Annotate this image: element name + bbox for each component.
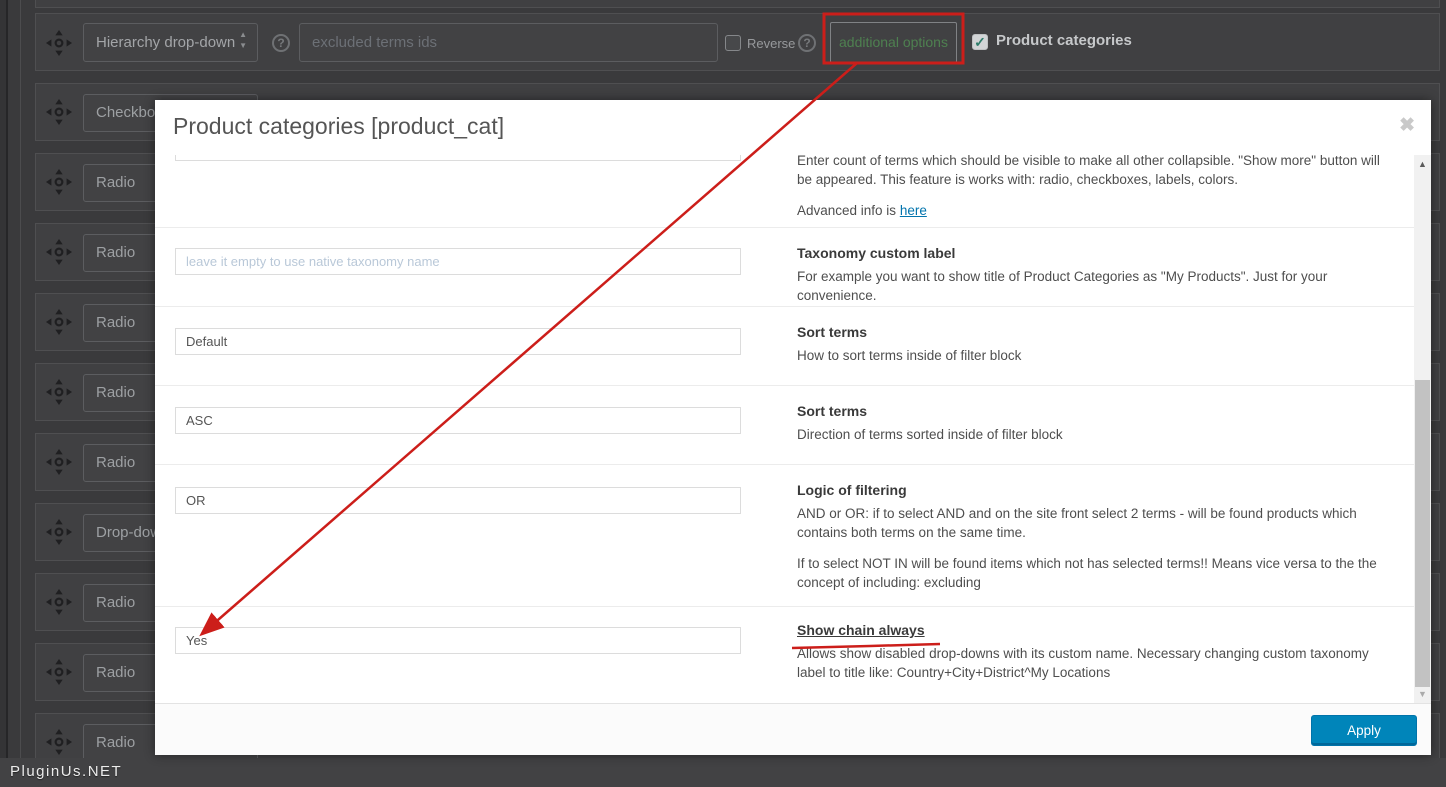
option-label: Logic of filtering <box>797 482 907 498</box>
option-row-sort-direction: Sort terms Direction of terms sorted ins… <box>155 386 1414 465</box>
product-categories-label: Product categories <box>996 32 1132 49</box>
option-row-custom-label: Taxonomy custom label For example you wa… <box>155 228 1414 307</box>
view-type-select[interactable]: Hierarchy drop-down ▲ ▼ <box>83 23 258 62</box>
apply-button[interactable]: Apply <box>1311 715 1417 746</box>
taxonomy-options-modal: Product categories [product_cat] ✖ Enter… <box>155 100 1431 755</box>
additional-options-button[interactable]: additional options <box>830 22 957 63</box>
option-desc: If to select NOT IN will be found items … <box>797 556 1377 590</box>
view-type-value: Hierarchy drop-down <box>96 34 236 51</box>
drag-move-icon[interactable] <box>46 309 72 335</box>
advanced-info-link[interactable]: here <box>900 203 927 218</box>
close-icon[interactable]: ✖ <box>1399 114 1415 137</box>
option-desc: AND or OR: if to select AND and on the s… <box>797 506 1357 540</box>
page: Hierarchy drop-down ▲▼ ? Reverse ? addit… <box>0 0 1446 787</box>
modal-footer: Apply <box>155 703 1431 755</box>
drag-move-icon[interactable] <box>46 169 72 195</box>
option-row-show-more-count: Enter count of terms which should be vis… <box>155 155 1414 228</box>
option-label: Sort terms <box>797 324 868 340</box>
drag-move-icon[interactable] <box>46 519 72 545</box>
scrollbar-thumb[interactable] <box>1415 380 1430 687</box>
drag-move-icon[interactable] <box>46 589 72 615</box>
help-icon[interactable]: ? <box>798 34 816 52</box>
drag-move-icon[interactable] <box>46 659 72 685</box>
option-label: Sort terms <box>797 403 868 419</box>
drag-move-icon[interactable] <box>46 99 72 125</box>
watermark-text: PluginUs.NET <box>10 763 123 780</box>
option-desc: Enter count of terms which should be vis… <box>797 155 1397 220</box>
option-desc: Direction of terms sorted inside of filt… <box>797 427 1063 442</box>
scroll-down-icon[interactable]: ▼ <box>1414 689 1431 699</box>
option-desc: For example you want to show title of Pr… <box>797 269 1328 303</box>
container-left-border <box>20 0 21 758</box>
scroll-up-icon[interactable]: ▲ <box>1414 159 1431 169</box>
watermark-bar: PluginUs.NET <box>0 758 1446 787</box>
help-icon[interactable]: ? <box>272 34 290 52</box>
sort-direction-input[interactable] <box>175 407 741 434</box>
option-row-sort-terms: Sort terms How to sort terms inside of f… <box>155 307 1414 386</box>
reverse-label: Reverse <box>747 36 796 51</box>
admin-sidebar-divider <box>6 0 8 787</box>
filter-row-partial <box>35 0 1440 8</box>
drag-move-icon[interactable] <box>46 30 72 56</box>
drag-move-icon[interactable] <box>46 379 72 405</box>
terms-count-input[interactable] <box>175 155 741 161</box>
option-row-logic: Logic of filtering AND or OR: if to sele… <box>155 465 1414 607</box>
custom-label-input[interactable] <box>175 248 741 275</box>
select-stepper-icon: ▲ ▼ <box>239 30 247 50</box>
drag-move-icon[interactable] <box>46 729 72 755</box>
show-chain-input[interactable] <box>175 627 741 654</box>
drag-move-icon[interactable] <box>46 449 72 475</box>
option-desc: How to sort terms inside of filter block <box>797 348 1022 363</box>
filter-row-product-categories: Hierarchy drop-down ▲▼ ? Reverse ? addit… <box>35 13 1440 71</box>
reverse-checkbox[interactable] <box>725 35 741 51</box>
logic-input[interactable] <box>175 487 741 514</box>
option-label: Taxonomy custom label <box>797 245 956 261</box>
sort-terms-input[interactable] <box>175 328 741 355</box>
option-row-show-chain: Show chain always Allows show disabled d… <box>155 607 1414 703</box>
modal-scrollbar[interactable]: ▲ ▼ <box>1414 155 1431 703</box>
option-desc-text: Enter count of terms which should be vis… <box>797 155 1380 187</box>
modal-content: Enter count of terms which should be vis… <box>155 155 1414 703</box>
option-desc: Allows show disabled drop-downs with its… <box>797 646 1369 680</box>
drag-move-icon[interactable] <box>46 239 72 265</box>
advanced-info-text: Advanced info is <box>797 203 900 218</box>
modal-title: Product categories [product_cat] <box>173 113 505 139</box>
option-label: Show chain always <box>797 622 925 638</box>
excluded-terms-input[interactable] <box>299 23 718 62</box>
product-categories-checkbox[interactable]: ✓ <box>972 34 988 50</box>
